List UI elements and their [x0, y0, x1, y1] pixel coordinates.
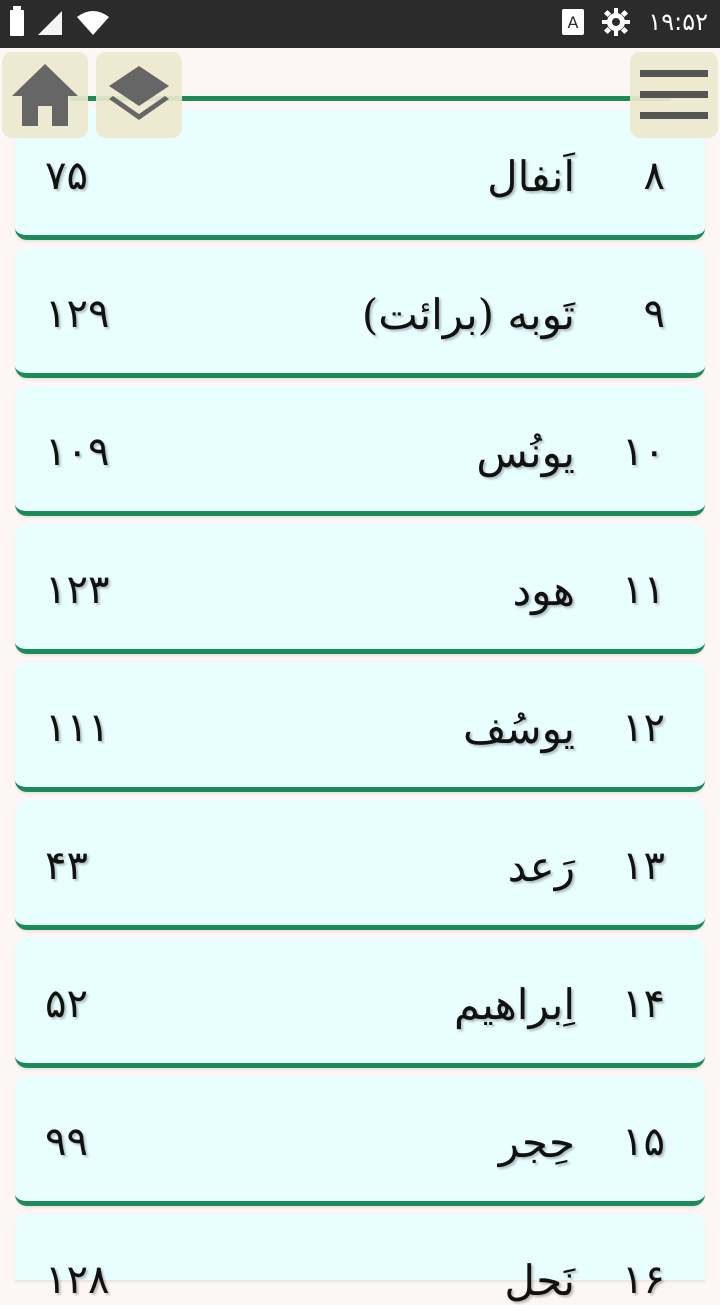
list-item[interactable]: ۱۰ یونُس ۱۰۹ [15, 386, 705, 516]
surah-name: نَحل [504, 1256, 575, 1305]
surah-name: حِجر [498, 1118, 575, 1167]
verse-count: ۹۹ [45, 1119, 88, 1165]
surah-name: یوسُف [462, 704, 575, 753]
list-item[interactable]: ۱۵ حِجر ۹۹ [15, 1076, 705, 1206]
menu-button[interactable] [630, 52, 718, 138]
layers-icon [109, 66, 169, 120]
verse-count: ۱۲۹ [45, 291, 110, 337]
verse-count: ۵۲ [45, 981, 88, 1027]
verse-count: ۱۱۱ [45, 705, 110, 751]
surah-number: ۱۱ [622, 567, 665, 613]
battery-icon [10, 6, 24, 36]
verse-count: ۷۵ [45, 153, 88, 199]
gear-icon [602, 8, 631, 36]
surah-number: ۱۴ [622, 981, 665, 1027]
verse-count: ۱۲۸ [45, 1257, 110, 1303]
list-item[interactable]: ۱۶ نَحل ۱۲۸ [15, 1214, 705, 1302]
layers-button[interactable] [96, 52, 182, 138]
svg-text:A: A [568, 13, 579, 32]
surah-number: ۱۶ [622, 1257, 665, 1303]
surah-name: تَوبه (برائت) [361, 290, 575, 339]
surah-number: ۱۲ [622, 705, 665, 751]
home-button[interactable] [2, 52, 88, 138]
surah-number: ۱۳ [622, 843, 665, 889]
list-item[interactable]: ۹ تَوبه (برائت) ۱۲۹ [15, 248, 705, 378]
status-time: ۱۹:۵۲ [648, 8, 708, 36]
surah-name: اَنفال [487, 152, 575, 201]
list-item[interactable]: ۱۳ رَعد ۴۳ [15, 800, 705, 930]
status-bar: A ۱۹:۵۲ [0, 0, 720, 48]
hamburger-menu-icon [640, 70, 708, 119]
wifi-icon [76, 10, 110, 36]
list-item[interactable]: ۱۴ اِبراهیم ۵۲ [15, 938, 705, 1068]
surah-name: اِبراهیم [454, 980, 575, 1029]
verse-count: ۱۲۳ [45, 567, 110, 613]
surah-number: ۱۰ [622, 429, 665, 475]
list-item[interactable]: ۱۲ یوسُف ۱۱۱ [15, 662, 705, 792]
keyboard-a-icon: A [562, 9, 585, 35]
surah-number: ۸ [643, 153, 665, 199]
surah-number: ۱۵ [622, 1119, 665, 1165]
surah-name: یونُس [476, 428, 575, 477]
surah-name: هود [512, 566, 575, 615]
verse-count: ۴۳ [45, 843, 88, 889]
signal-icon [38, 11, 62, 35]
home-icon [12, 64, 78, 126]
list-item[interactable]: ۱۱ هود ۱۲۳ [15, 524, 705, 654]
surah-name: رَعد [507, 842, 575, 891]
verse-count: ۱۰۹ [45, 429, 110, 475]
surah-number: ۹ [643, 291, 665, 337]
